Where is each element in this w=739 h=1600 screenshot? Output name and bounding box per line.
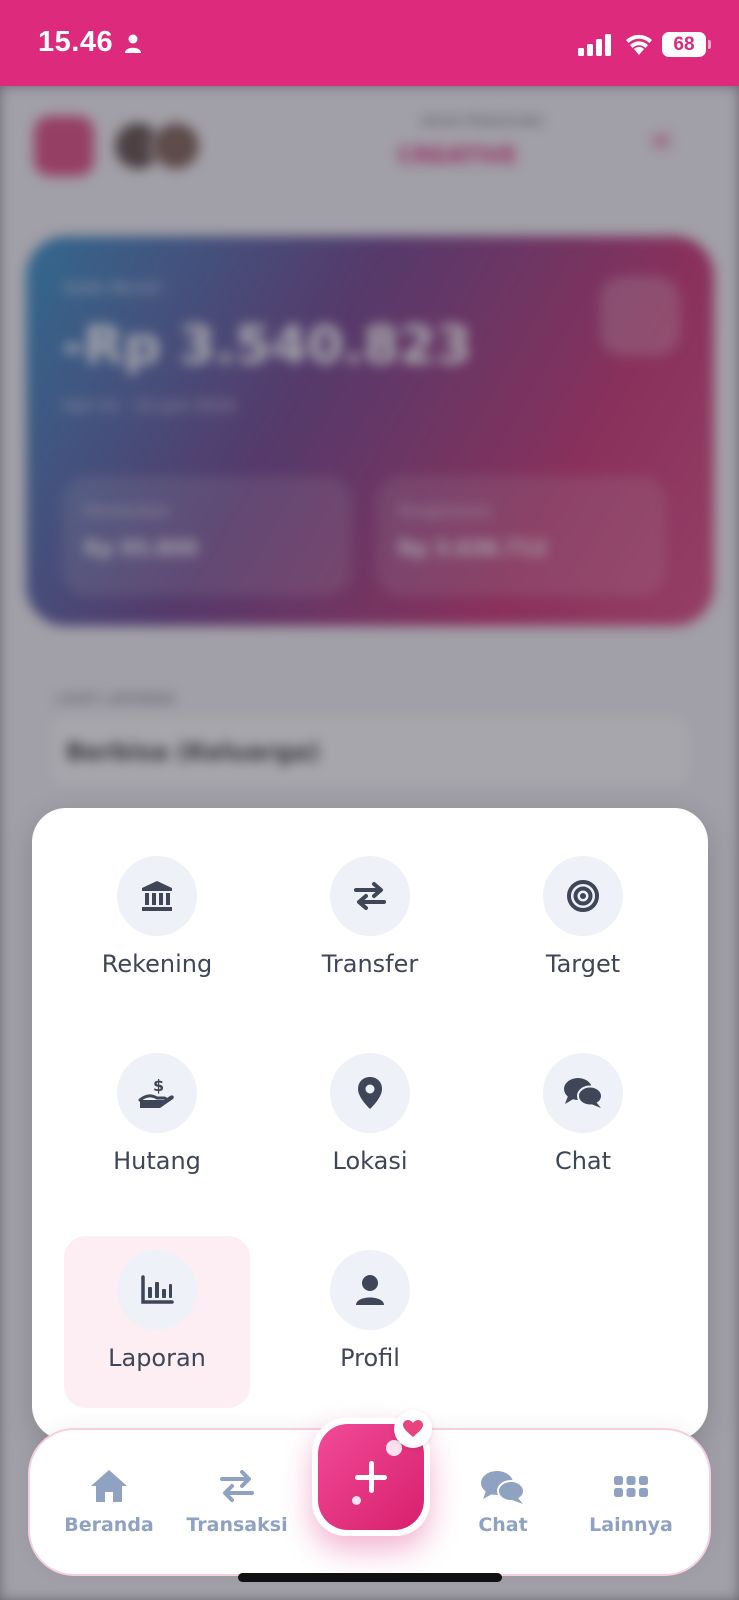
menu-item-hutang[interactable]: $ Hutang xyxy=(64,1039,250,1211)
wifi-icon xyxy=(625,33,653,59)
menu-label-transfer: Transfer xyxy=(321,950,419,978)
signal-icon xyxy=(578,34,614,60)
nav-label-beranda: Beranda xyxy=(64,1514,154,1536)
heart-icon xyxy=(394,1410,432,1448)
home-icon xyxy=(44,1468,174,1508)
menu-item-rekening[interactable]: Rekening xyxy=(64,842,250,1014)
hand-dollar-icon: $ xyxy=(117,1053,197,1133)
menu-item-target[interactable]: Target xyxy=(490,842,676,1014)
nav-item-chat[interactable]: Chat xyxy=(438,1468,568,1536)
nav-label-transaksi: Transaksi xyxy=(186,1514,288,1536)
menu-label-hutang: Hutang xyxy=(113,1147,201,1175)
svg-text:$: $ xyxy=(153,1076,164,1095)
battery-tip xyxy=(708,40,711,49)
nav-label-lainnya: Lainnya xyxy=(589,1514,673,1536)
nav-item-lainnya[interactable]: Lainnya xyxy=(566,1468,696,1536)
user-icon xyxy=(330,1250,410,1330)
chat-bubbles-icon xyxy=(438,1468,568,1508)
menu-label-target: Target xyxy=(545,950,621,978)
nav-label-chat: Chat xyxy=(478,1514,528,1536)
transfer-arrows-icon xyxy=(172,1468,302,1508)
menu-item-lokasi[interactable]: Lokasi xyxy=(277,1039,463,1211)
menu-item-profil[interactable]: Profil xyxy=(277,1236,463,1408)
target-icon xyxy=(543,856,623,936)
nav-item-beranda[interactable]: Beranda xyxy=(44,1468,174,1536)
menu-label-rekening: Rekening xyxy=(101,950,213,978)
menu-item-chat[interactable]: Chat xyxy=(490,1039,676,1211)
grid-icon xyxy=(566,1468,696,1508)
menu-label-chat: Chat xyxy=(554,1147,612,1175)
bank-icon xyxy=(117,856,197,936)
location-pin-icon xyxy=(330,1053,410,1133)
fab-decor-dot xyxy=(352,1496,361,1505)
status-time: 15.46 xyxy=(38,26,114,58)
home-indicator xyxy=(238,1573,502,1582)
chat-bubbles-icon xyxy=(543,1053,623,1133)
status-bar: 15.46 68 xyxy=(0,0,739,86)
battery-icon: 68 xyxy=(662,32,706,57)
menu-item-transfer[interactable]: Transfer xyxy=(277,842,463,1014)
menu-label-profil: Profil xyxy=(340,1344,400,1372)
menu-label-laporan: Laporan xyxy=(108,1344,206,1372)
bar-chart-icon xyxy=(117,1250,197,1330)
menu-label-lokasi: Lokasi xyxy=(332,1147,408,1175)
person-icon xyxy=(124,34,142,58)
transfer-arrows-icon xyxy=(330,856,410,936)
menu-item-laporan[interactable]: Laporan xyxy=(64,1236,250,1408)
nav-item-transaksi[interactable]: Transaksi xyxy=(172,1468,302,1536)
plus-icon-vertical xyxy=(369,1461,374,1493)
menu-sheet: Rekening Transfer Target $ Hutang Lokasi… xyxy=(32,808,708,1440)
